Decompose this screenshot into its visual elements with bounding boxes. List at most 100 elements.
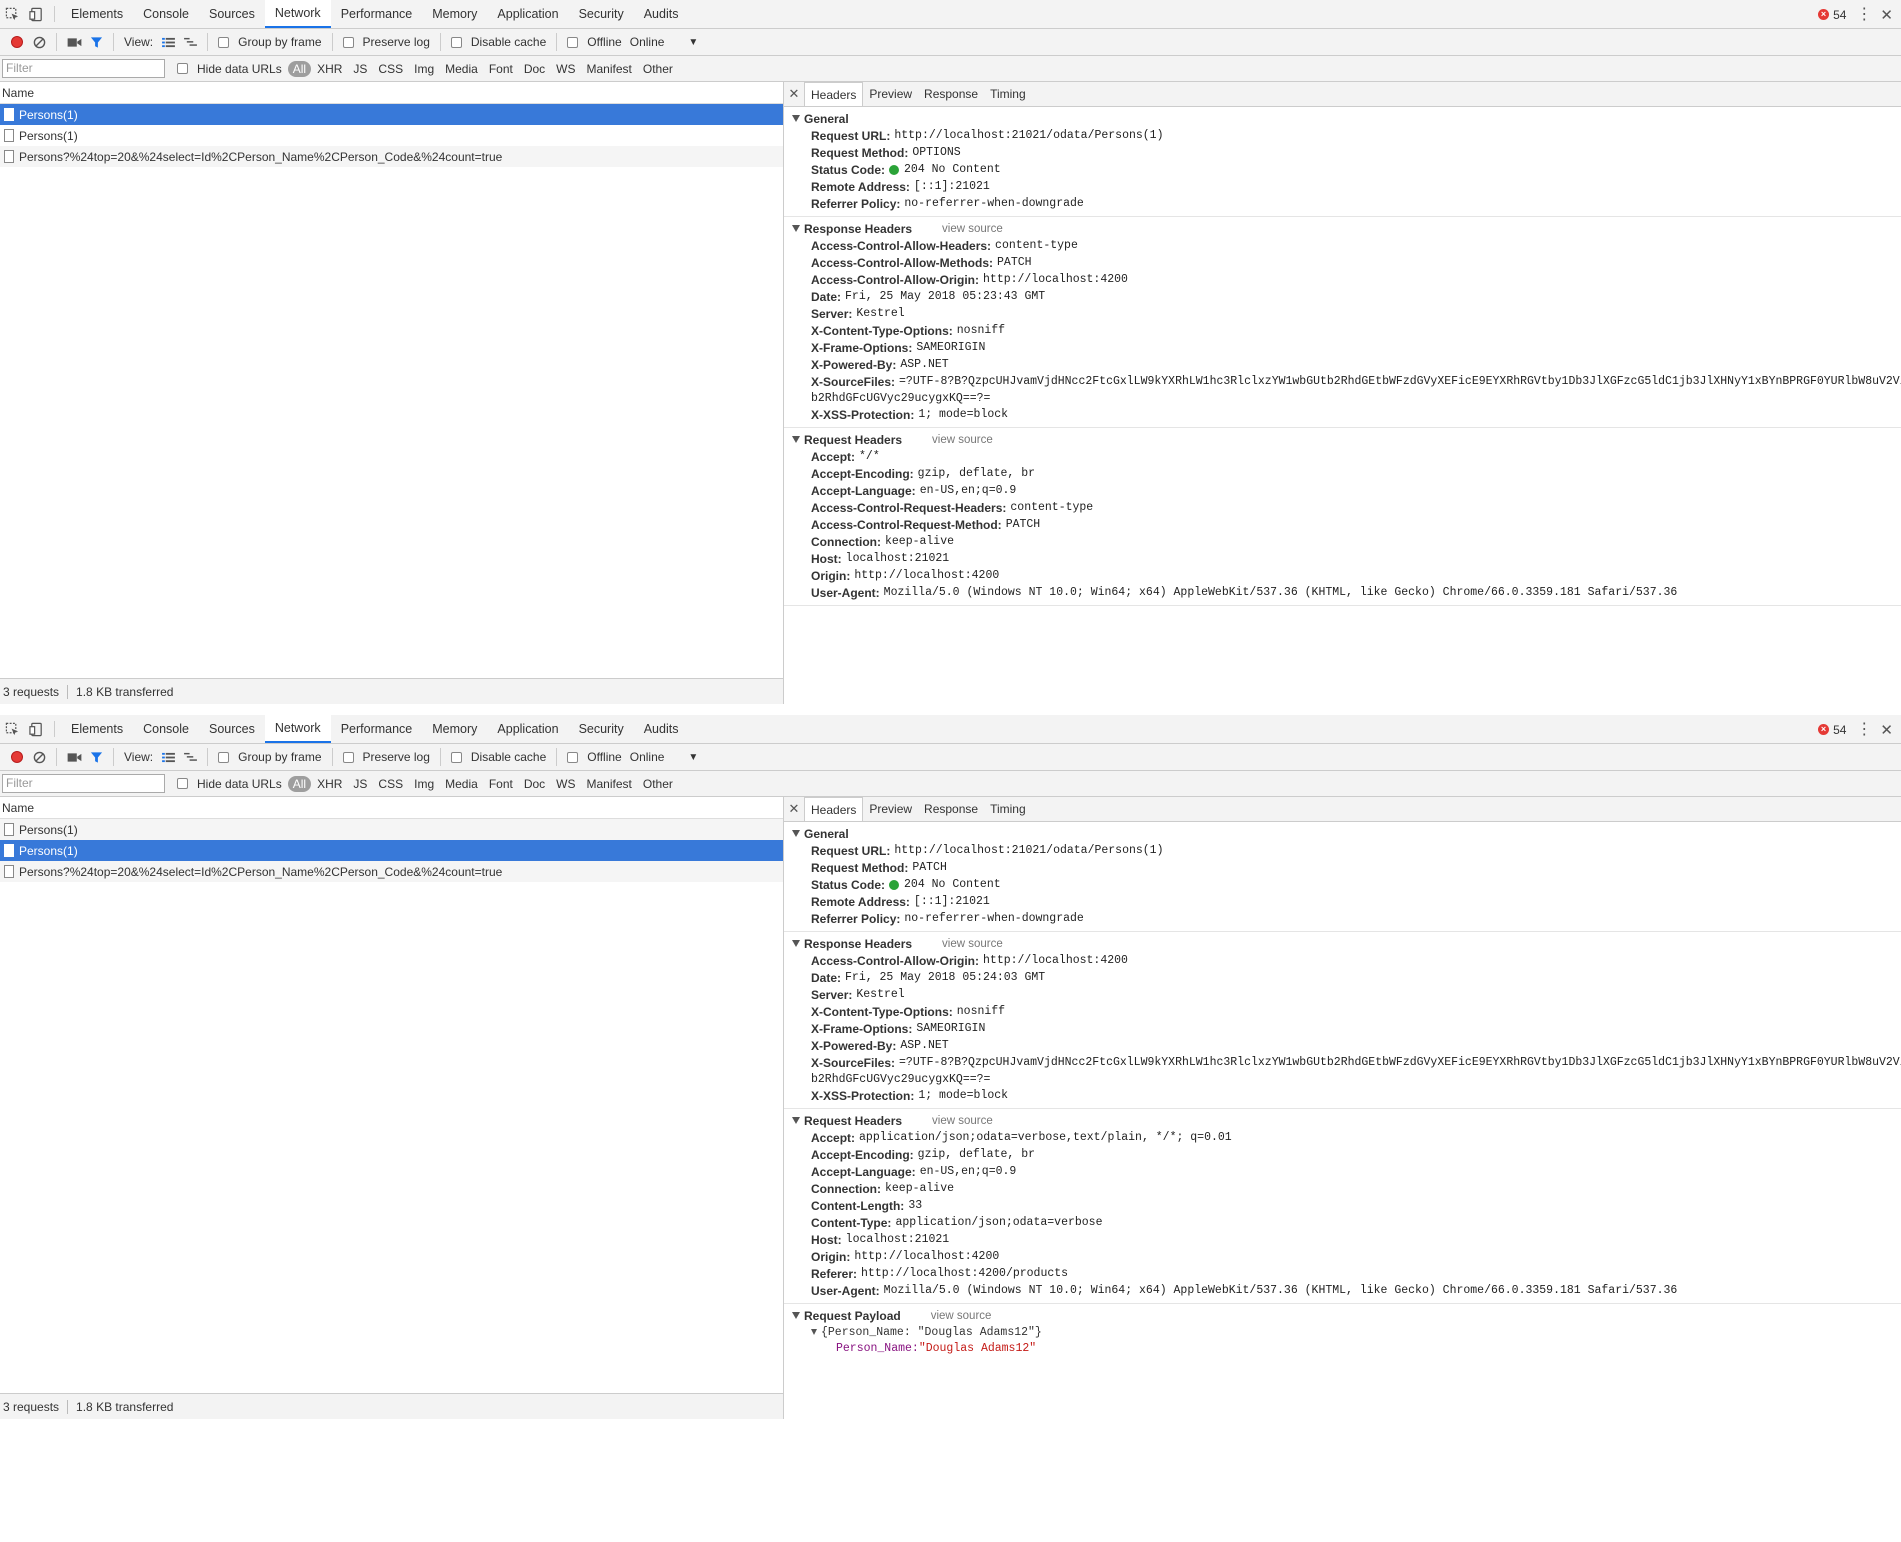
request-row[interactable]: Persons?%24top=20&%24select=Id%2CPerson_…: [0, 146, 783, 167]
request-row[interactable]: Persons(1): [0, 104, 783, 125]
response-headers-section-toggle[interactable]: Response Headers view source: [784, 935, 1901, 952]
filter-type-js[interactable]: JS: [348, 61, 372, 77]
detail-tab-preview[interactable]: Preview: [863, 797, 918, 821]
tab-network[interactable]: Network: [264, 715, 331, 743]
tab-audits[interactable]: Audits: [634, 0, 689, 28]
preserve-log-checkbox[interactable]: [342, 36, 354, 48]
tab-security[interactable]: Security: [569, 0, 634, 28]
filter-type-media[interactable]: Media: [440, 61, 483, 77]
filter-type-doc[interactable]: Doc: [519, 61, 550, 77]
view-source-link[interactable]: view source: [931, 1310, 992, 1322]
view-source-link[interactable]: view source: [932, 434, 993, 446]
tab-elements[interactable]: Elements: [61, 0, 133, 28]
filter-toggle-button[interactable]: [85, 746, 107, 768]
name-column-header[interactable]: Name: [0, 82, 783, 104]
close-devtools-icon[interactable]: ✕: [1880, 721, 1893, 739]
filter-type-xhr[interactable]: XHR: [312, 776, 347, 792]
tab-memory[interactable]: Memory: [422, 715, 487, 743]
request-headers-section-toggle[interactable]: Request Headers view source: [784, 431, 1901, 448]
clear-button[interactable]: [28, 746, 50, 768]
triangle-down-icon[interactable]: [792, 436, 800, 443]
view-source-link[interactable]: view source: [942, 938, 1003, 950]
triangle-down-icon[interactable]: [792, 115, 800, 122]
tab-security[interactable]: Security: [569, 715, 634, 743]
tab-application[interactable]: Application: [487, 0, 568, 28]
filter-type-all[interactable]: All: [287, 775, 312, 792]
tab-console[interactable]: Console: [133, 0, 199, 28]
error-counter[interactable]: × 54: [1818, 8, 1846, 22]
tab-audits[interactable]: Audits: [634, 715, 689, 743]
record-button[interactable]: [6, 746, 28, 768]
triangle-down-icon[interactable]: [792, 225, 800, 232]
tab-sources[interactable]: Sources: [199, 0, 265, 28]
tab-sources[interactable]: Sources: [199, 715, 265, 743]
hide-data-urls-checkbox[interactable]: [177, 63, 188, 74]
close-devtools-icon[interactable]: ✕: [1880, 6, 1893, 24]
throttling-select[interactable]: Online: [630, 750, 665, 764]
name-column-header[interactable]: Name: [0, 797, 783, 819]
filter-input[interactable]: Filter: [2, 774, 165, 793]
tab-elements[interactable]: Elements: [61, 715, 133, 743]
error-counter[interactable]: × 54: [1818, 723, 1846, 737]
filter-type-font[interactable]: Font: [484, 61, 518, 77]
filter-type-xhr[interactable]: XHR: [312, 61, 347, 77]
record-button[interactable]: [6, 31, 28, 53]
detail-tab-headers[interactable]: Headers: [804, 797, 864, 821]
detail-tab-response[interactable]: Response: [918, 82, 984, 106]
filter-type-media[interactable]: Media: [440, 776, 483, 792]
view-source-link[interactable]: view source: [942, 223, 1003, 235]
response-headers-section-toggle[interactable]: Response Headers view source: [784, 220, 1901, 237]
close-detail-icon[interactable]: ✕: [784, 797, 804, 821]
device-toolbar-icon[interactable]: [24, 715, 48, 743]
general-section-toggle[interactable]: General: [784, 825, 1901, 842]
inspect-element-icon[interactable]: [0, 0, 24, 28]
filter-type-img[interactable]: Img: [409, 776, 439, 792]
large-rows-button[interactable]: [157, 31, 179, 53]
general-section-toggle[interactable]: General: [784, 110, 1901, 127]
tab-performance[interactable]: Performance: [331, 715, 423, 743]
capture-screenshots-button[interactable]: [63, 746, 85, 768]
detail-tab-timing[interactable]: Timing: [984, 82, 1032, 106]
group-by-frame-checkbox[interactable]: [218, 751, 230, 763]
filter-type-ws[interactable]: WS: [551, 61, 580, 77]
triangle-down-icon[interactable]: [792, 1117, 800, 1124]
request-payload-toggle[interactable]: Request Payload view source: [784, 1307, 1901, 1324]
tab-console[interactable]: Console: [133, 715, 199, 743]
chevron-down-icon[interactable]: ▼: [688, 752, 698, 763]
filter-type-css[interactable]: CSS: [373, 61, 408, 77]
filter-type-other[interactable]: Other: [638, 61, 678, 77]
view-source-link[interactable]: view source: [932, 1115, 993, 1127]
tab-network[interactable]: Network: [264, 0, 331, 28]
disable-cache-checkbox[interactable]: [450, 36, 462, 48]
throttling-select[interactable]: Online: [630, 35, 665, 49]
filter-type-js[interactable]: JS: [348, 776, 372, 792]
payload-object-toggle[interactable]: {Person_Name: "Douglas Adams12"}: [784, 1324, 1901, 1340]
tab-memory[interactable]: Memory: [422, 0, 487, 28]
request-row[interactable]: Persons(1): [0, 125, 783, 146]
triangle-down-icon[interactable]: [792, 1312, 800, 1319]
inspect-element-icon[interactable]: [0, 715, 24, 743]
detail-tab-response[interactable]: Response: [918, 797, 984, 821]
filter-type-ws[interactable]: WS: [551, 776, 580, 792]
capture-screenshots-button[interactable]: [63, 31, 85, 53]
detail-tab-headers[interactable]: Headers: [804, 82, 864, 106]
more-options-icon[interactable]: ⋮: [1856, 6, 1872, 23]
filter-type-manifest[interactable]: Manifest: [582, 61, 637, 77]
filter-type-all[interactable]: All: [287, 60, 312, 77]
request-row[interactable]: Persons?%24top=20&%24select=Id%2CPerson_…: [0, 861, 783, 882]
clear-button[interactable]: [28, 31, 50, 53]
filter-type-css[interactable]: CSS: [373, 776, 408, 792]
filter-type-img[interactable]: Img: [409, 61, 439, 77]
waterfall-overview-button[interactable]: [179, 746, 201, 768]
filter-type-font[interactable]: Font: [484, 776, 518, 792]
large-rows-button[interactable]: [157, 746, 179, 768]
close-detail-icon[interactable]: ✕: [784, 82, 804, 106]
tab-application[interactable]: Application: [487, 715, 568, 743]
group-by-frame-checkbox[interactable]: [218, 36, 230, 48]
request-headers-section-toggle[interactable]: Request Headers view source: [784, 1112, 1901, 1129]
waterfall-overview-button[interactable]: [179, 31, 201, 53]
more-options-icon[interactable]: ⋮: [1856, 721, 1872, 738]
filter-toggle-button[interactable]: [85, 31, 107, 53]
triangle-down-icon[interactable]: [792, 940, 800, 947]
triangle-down-icon[interactable]: [811, 1329, 817, 1335]
